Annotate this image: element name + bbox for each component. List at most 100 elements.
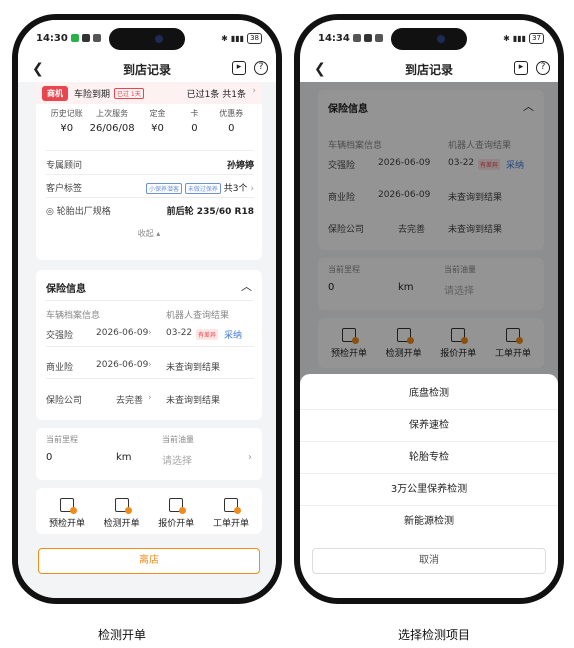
video-icon[interactable]: ▸ xyxy=(232,61,246,75)
stat-label: 历史记账 xyxy=(50,109,83,118)
back-icon[interactable]: ❮ xyxy=(314,61,326,77)
phone-right: 14:34 ✱ ▮▮▮ 37 ❮ 到店记录 ▸ ? 保险信息 ︿ 车辆档案信息 … xyxy=(294,14,564,604)
chevron-up-icon[interactable]: ︿ xyxy=(241,278,252,294)
tool-label: 检测开单 xyxy=(103,519,140,529)
row-value: 2026-06-09 xyxy=(96,328,149,338)
row-result: 03-22 xyxy=(166,328,193,338)
insurance-row[interactable]: 商业险 2026-06-09 › 未查询到结果 xyxy=(46,360,254,373)
wechat-icon xyxy=(70,34,79,42)
stat-deposit[interactable]: 定金 ¥0 xyxy=(135,108,180,134)
tool-label: 工单开单 xyxy=(212,519,249,529)
sheet-item-ev[interactable]: 新能源检测 xyxy=(300,506,558,538)
bluetooth-icon: ✱ xyxy=(221,33,228,43)
tire-row: ◎ 轮胎出厂规格 前后轮 235/60 R18 xyxy=(46,204,254,217)
chevron-right-icon: › xyxy=(148,393,152,403)
sheet-item-tire[interactable]: 轮胎专检 xyxy=(300,442,558,474)
inspection-order-button[interactable]: 检测开单 xyxy=(97,498,147,529)
insurance-title: 保险信息 xyxy=(46,284,86,295)
nfc-icon xyxy=(363,34,372,42)
advisor-label: 专属顾问 xyxy=(46,161,83,171)
tire-icon: ◎ xyxy=(46,207,54,217)
tool-label: 报价开单 xyxy=(158,519,195,529)
bluetooth-icon: ✱ xyxy=(503,33,510,43)
fuel-select[interactable]: 请选择 xyxy=(162,452,192,467)
chevron-right-icon: › xyxy=(148,360,152,370)
collapse-toggle[interactable]: 收起 ▴ xyxy=(36,228,262,239)
inspection-icon xyxy=(114,498,132,514)
stat-history[interactable]: 历史记账 ¥0 xyxy=(44,108,89,134)
help-icon[interactable]: ? xyxy=(254,61,268,75)
row-label: 交强险 xyxy=(46,331,74,341)
stat-label: 上次服务 xyxy=(96,109,129,118)
row-label: 商业险 xyxy=(46,363,74,373)
tool-label: 预检开单 xyxy=(48,519,85,529)
battery-icon: 37 xyxy=(529,32,544,44)
customer-tag: 小保养潜客 xyxy=(146,183,183,194)
stat-value: ¥0 xyxy=(60,123,74,134)
signal-icon: ▮▮▮ xyxy=(512,33,527,43)
tire-label: 轮胎出厂规格 xyxy=(56,207,111,217)
page-title: 到店记录 xyxy=(404,62,453,77)
insurance-card: 保险信息 ︿ 车辆档案信息 机器人查询结果 交强险 2026-06-09 › 03… xyxy=(36,270,262,420)
customer-tag: 未做过保养 xyxy=(184,183,221,194)
quote-order-button[interactable]: 报价开单 xyxy=(151,498,201,529)
work-order-button[interactable]: 工单开单 xyxy=(206,498,256,529)
notification-icon xyxy=(374,34,383,42)
customer-tags: 小保养潜客 未做过保养 共3个 › xyxy=(146,181,254,194)
camera-notch xyxy=(109,28,185,50)
stat-value: 0 xyxy=(228,123,235,134)
sheet-item-30k[interactable]: 3万公里保养检测 xyxy=(300,474,558,506)
stats-row: 历史记账 ¥0 上次服务 26/06/08 定金 ¥0 卡0 优惠券 0 xyxy=(44,108,254,134)
row-label: 保险公司 xyxy=(46,396,83,406)
tools-card: 预检开单 检测开单 报价开单 工单开单 xyxy=(36,488,262,534)
row-result: 未查询到结果 xyxy=(166,396,221,406)
screen-left: 14:30 ✱ ▮▮▮ 38 ❮ 到店记录 ▸ ? 商机 车险到期 已过 1天 … xyxy=(18,20,276,598)
sheet-item-chassis[interactable]: 底盘检测 xyxy=(300,378,558,410)
precheck-icon xyxy=(60,498,77,514)
mileage-input[interactable]: 0 xyxy=(46,452,52,463)
opportunity-banner[interactable]: 商机 车险到期 已过 1天 已过1条 共1条 › xyxy=(36,82,262,104)
insurance-row[interactable]: 交强险 2026-06-09 › 03-22 有差异 采纳 xyxy=(46,328,254,341)
stat-label: 卡 xyxy=(190,109,199,118)
stat-value: ¥0 xyxy=(151,123,164,134)
cancel-button[interactable]: 取消 xyxy=(312,548,546,574)
camera-notch xyxy=(391,28,467,50)
back-icon[interactable]: ❮ xyxy=(32,61,44,77)
chevron-right-icon: › xyxy=(248,452,252,463)
diff-badge: 有差异 xyxy=(196,329,219,340)
divider xyxy=(46,174,254,175)
stat-card[interactable]: 卡0 xyxy=(180,108,208,134)
quote-icon xyxy=(169,498,187,514)
chevron-right-icon: › xyxy=(148,328,152,338)
stat-coupon[interactable]: 优惠券 0 xyxy=(209,108,254,134)
advisor-row: 专属顾问 孙婷婷 xyxy=(46,158,254,171)
precheck-order-button[interactable]: 预检开单 xyxy=(42,498,92,529)
mileage-card: 当前里程 0 km 当前油量 请选择 › xyxy=(36,428,262,480)
sheet-item-maintenance[interactable]: 保养速检 xyxy=(300,410,558,442)
stat-label: 定金 xyxy=(149,109,166,118)
battery-icon: 38 xyxy=(247,32,262,44)
divider xyxy=(46,378,254,379)
divider xyxy=(46,150,254,151)
video-icon[interactable]: ▸ xyxy=(514,61,528,75)
row-value: 2026-06-09 xyxy=(96,360,149,370)
caption-right: 选择检测项目 xyxy=(397,628,470,642)
opportunity-summary: 已过1条 共1条 xyxy=(186,90,246,100)
customer-tag-label: 客户标签 xyxy=(46,184,83,194)
stat-last-service[interactable]: 上次服务 26/06/08 xyxy=(89,108,135,134)
nav-bar: ❮ 到店记录 ▸ ? xyxy=(18,56,276,82)
status-time: 14:34 xyxy=(318,32,350,44)
chevron-right-icon: › xyxy=(247,184,254,194)
insurance-row[interactable]: 保险公司 去完善 › 未查询到结果 xyxy=(46,393,254,406)
status-time: 14:30 xyxy=(36,32,68,44)
inspection-item-sheet: 底盘检测 保养速检 轮胎专检 3万公里保养检测 新能源检测 取消 xyxy=(300,374,558,598)
leave-store-button[interactable]: 离店 xyxy=(38,548,260,574)
stat-value: 26/06/08 xyxy=(89,123,135,134)
opportunity-title: 车险到期 xyxy=(74,90,111,100)
column-label: 机器人查询结果 xyxy=(166,311,230,321)
customer-tags-row[interactable]: 客户标签 小保养潜客 未做过保养 共3个 › xyxy=(46,181,254,194)
adopt-link[interactable]: 采纳 xyxy=(224,328,242,341)
tag-count: 共3个 xyxy=(223,184,248,194)
tire-value: 前后轮 235/60 R18 xyxy=(166,207,254,217)
help-icon[interactable]: ? xyxy=(536,61,550,75)
